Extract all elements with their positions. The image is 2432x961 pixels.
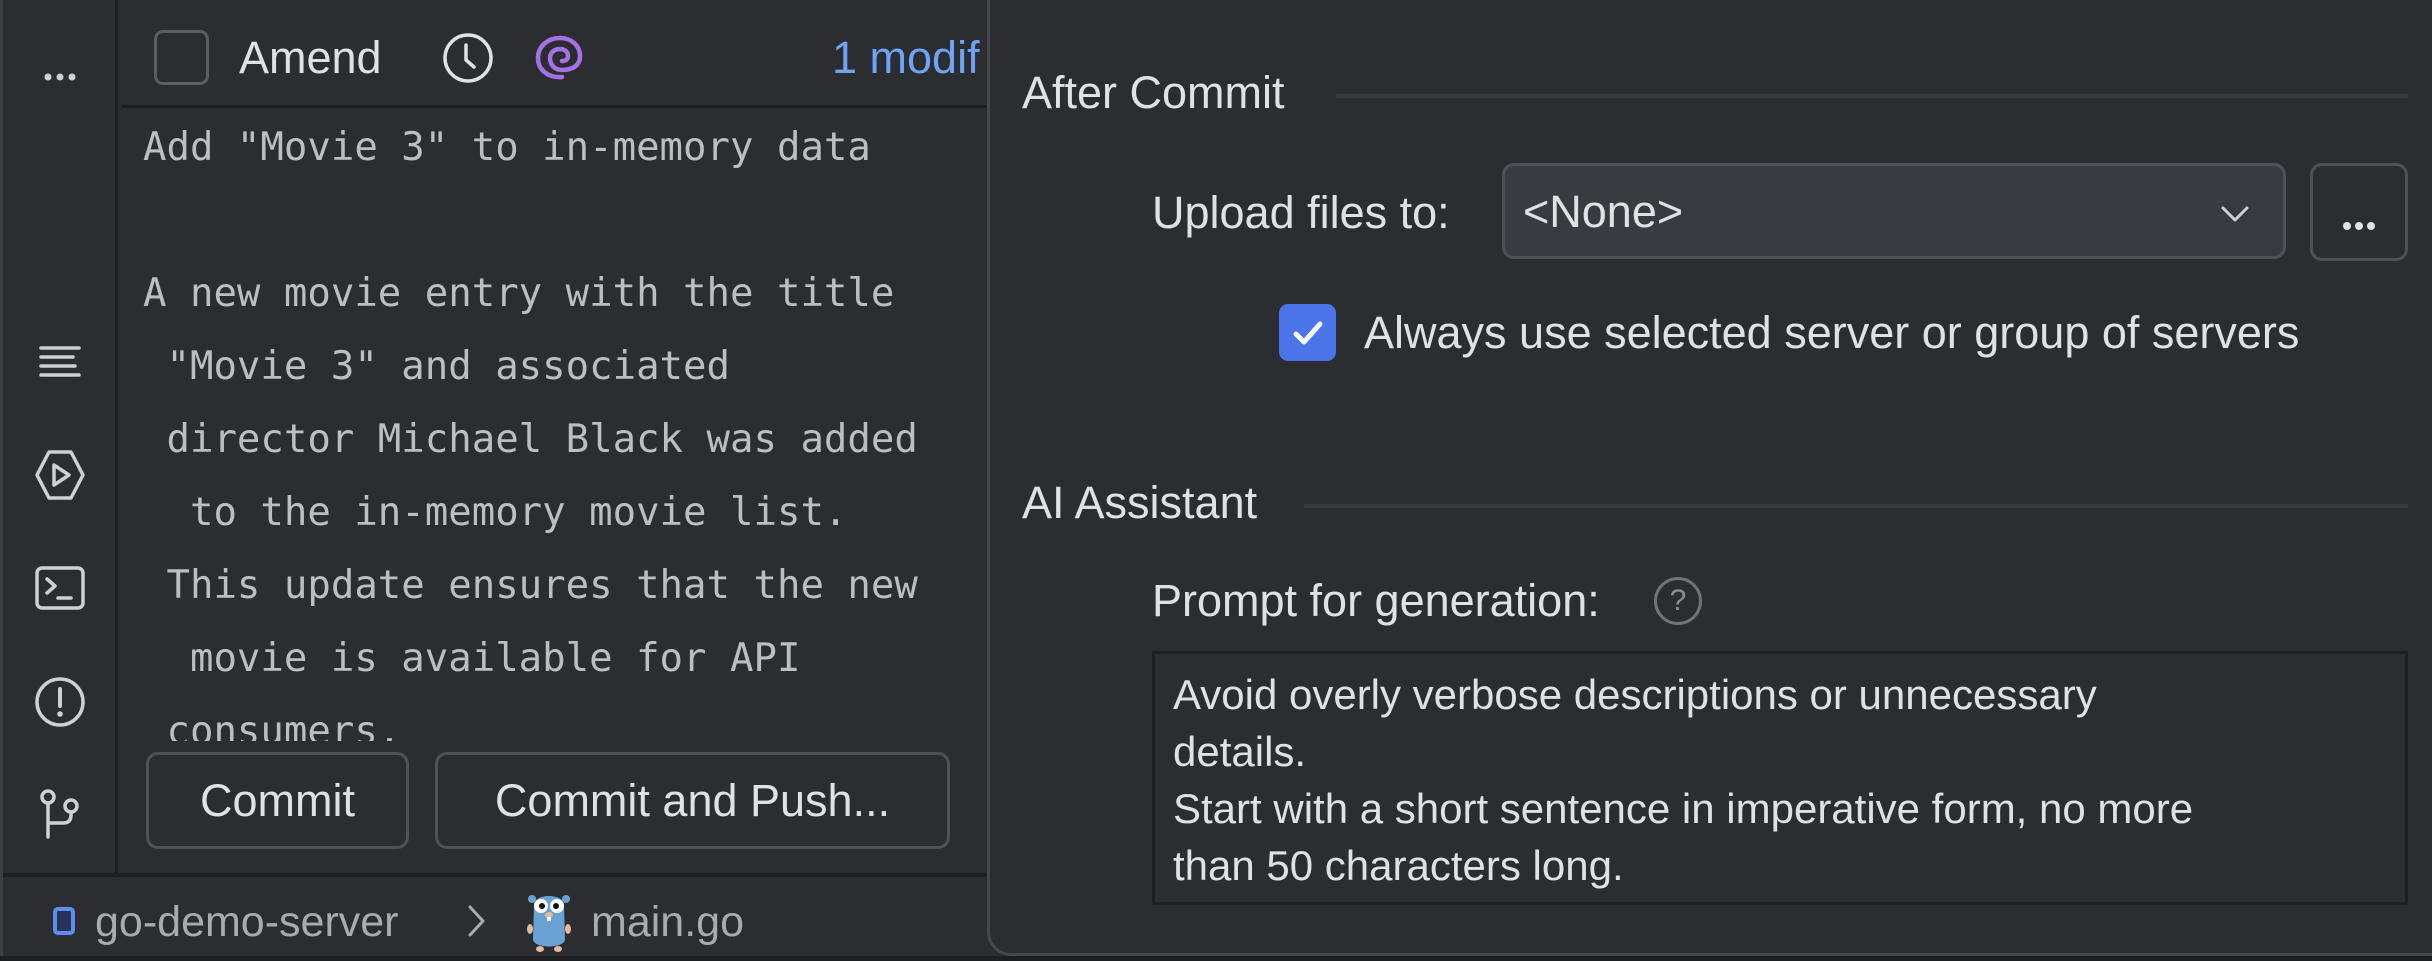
ellipsis-icon — [2343, 222, 2351, 230]
breadcrumb-file[interactable]: main.go — [591, 892, 744, 952]
amend-label: Amend — [239, 32, 382, 83]
always-use-server-label[interactable]: Always use selected server or group of s… — [1364, 305, 2299, 361]
upload-server-value: <None> — [1523, 186, 1684, 237]
help-icon[interactable]: ? — [1654, 577, 1702, 625]
commit-button[interactable]: Commit — [146, 752, 409, 849]
terminal-icon — [35, 566, 85, 610]
commit-tool-window: Amend 1 modif Add "Movie 3" to in-memory… — [0, 0, 1003, 961]
ai-spiral-icon — [535, 35, 583, 80]
prompt-line: than 50 characters long. — [1173, 842, 1624, 889]
prompt-line: Then leave an empty line and continue wi… — [1173, 894, 2387, 902]
navigation-bar: go-demo-server main.go — [3, 873, 1003, 961]
sidebar-item-problems[interactable] — [33, 675, 87, 729]
checkmark-icon — [1293, 321, 1322, 344]
prompt-line: Avoid overly verbose descriptions or unn… — [1173, 671, 2097, 718]
prompt-line: Start with a short sentence in imperativ… — [1173, 785, 2194, 832]
go-gopher-icon — [527, 895, 571, 952]
run-icon — [35, 450, 85, 500]
commit-message-editor[interactable]: Add "Movie 3" to in-memory data A new mo… — [121, 111, 990, 741]
sidebar-item-terminal[interactable] — [33, 562, 87, 616]
sidebar-item-structure[interactable] — [33, 335, 87, 389]
prompt-label: Prompt for generation: — [1152, 575, 1600, 626]
more-tool-windows-button[interactable] — [33, 50, 87, 104]
clock-icon — [443, 33, 493, 83]
browse-servers-button[interactable] — [2310, 163, 2408, 261]
commit-options-popup: After Commit Upload files to: <None> Alw… — [987, 0, 2432, 956]
breadcrumb-chevron-icon — [468, 905, 485, 937]
window-bottom-edge — [0, 956, 2432, 961]
sidebar-item-version-control[interactable] — [33, 787, 87, 841]
after-commit-section-title: After Commit — [1022, 67, 1285, 118]
ellipsis-icon — [44, 73, 76, 81]
upload-server-dropdown[interactable]: <None> — [1502, 163, 2286, 259]
sidebar-item-services[interactable] — [33, 448, 87, 502]
tool-window-sidebar — [3, 0, 118, 873]
git-icon — [40, 789, 79, 839]
ellipsis-dot — [2355, 222, 2363, 230]
structure-icon — [39, 346, 81, 377]
project-module-icon — [53, 907, 75, 935]
prompt-line: details. — [1173, 728, 1307, 775]
commit-message-text: Add "Movie 3" to in-memory data A new mo… — [143, 125, 918, 741]
section-divider — [1304, 504, 2408, 508]
modified-files-link[interactable]: 1 modif — [832, 30, 980, 85]
chevron-down-icon — [2221, 206, 2249, 222]
ai-generate-message-button[interactable] — [532, 30, 588, 86]
commit-and-push-button[interactable]: Commit and Push... — [435, 752, 950, 849]
prompt-textarea[interactable]: Avoid overly verbose descriptions or unn… — [1152, 651, 2408, 905]
commit-history-button[interactable] — [440, 30, 496, 86]
ellipsis-dot — [2367, 222, 2375, 230]
upload-files-label: Upload files to: — [1152, 187, 1450, 238]
always-use-server-checkbox[interactable] — [1279, 304, 1336, 361]
ai-assistant-section-title: AI Assistant — [1022, 477, 1258, 528]
problems-icon — [35, 677, 85, 727]
commit-header: Amend 1 modif — [121, 0, 1001, 108]
amend-checkbox[interactable] — [154, 30, 209, 85]
breadcrumb-project[interactable]: go-demo-server — [95, 892, 399, 952]
section-divider — [1336, 94, 2408, 98]
